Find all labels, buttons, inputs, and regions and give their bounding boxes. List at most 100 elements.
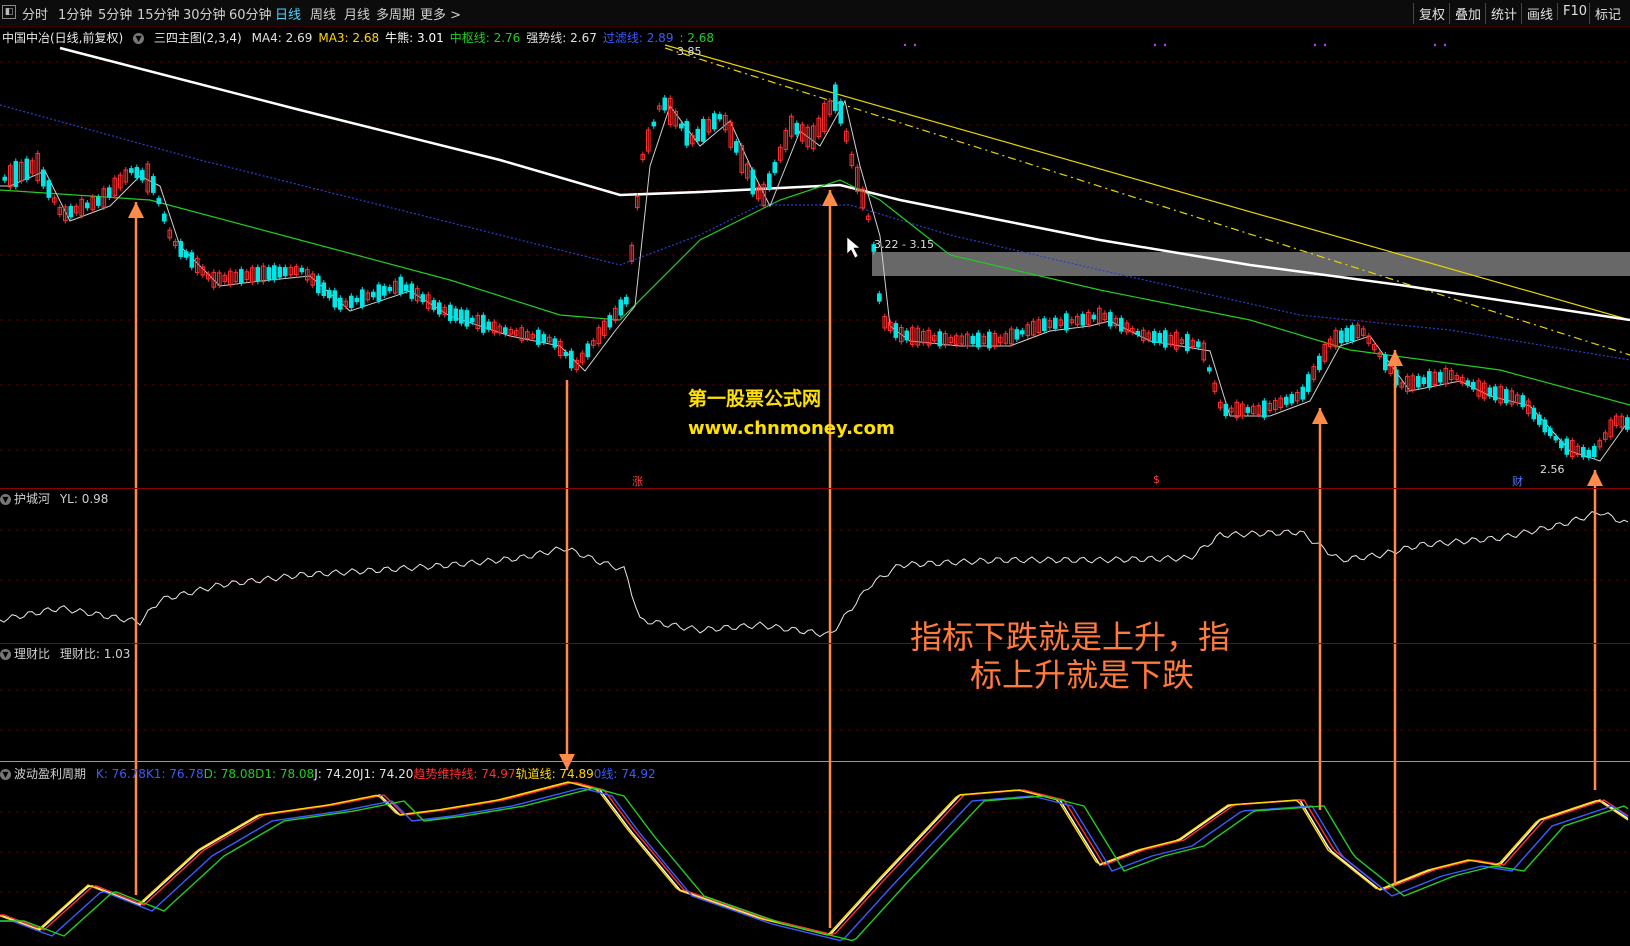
candle-body <box>332 290 338 308</box>
candle-body <box>767 173 772 190</box>
candle-body <box>1020 330 1025 335</box>
candle-body <box>563 351 569 357</box>
candle-body <box>354 297 360 303</box>
panel-title-moat: ▼ 护城河 YL: 0.98 <box>0 490 108 507</box>
panel-name-finance: 理财比 <box>14 647 51 661</box>
cycle-legend-item-3: D1: 78.08 <box>255 767 315 781</box>
candle-body <box>1559 440 1564 449</box>
candle-body <box>937 331 943 347</box>
candle-body <box>162 213 167 222</box>
candle-body <box>893 323 899 338</box>
price-low-label: 2.56 <box>1540 463 1565 476</box>
arrow-up-4-head <box>1387 350 1403 366</box>
signal-dot <box>1433 43 1437 47</box>
candle-body <box>976 332 981 348</box>
candle-body <box>41 169 46 187</box>
trend-line-dashed <box>664 47 1630 356</box>
candle-body <box>283 267 288 277</box>
candle-body <box>448 304 453 321</box>
candle-body <box>1163 330 1168 348</box>
candle-body <box>1542 419 1548 433</box>
panel-title-finance: ▼ 理财比 理财比: 1.03 <box>0 645 130 662</box>
candle-body <box>651 121 657 127</box>
candle-body <box>360 289 365 307</box>
cycle-legend-item-4: J: 74.20 <box>314 767 360 781</box>
event-marker-dollar[interactable]: $ <box>1153 473 1160 486</box>
candle-body <box>1493 386 1498 401</box>
candle-body <box>569 350 574 369</box>
candle-body <box>1053 317 1058 329</box>
candle-body <box>1416 375 1421 388</box>
signal-dot <box>913 43 917 47</box>
candle-body <box>470 317 475 323</box>
watermark-title: 第一股票公式网 <box>688 388 822 410</box>
panel-separator-3[interactable] <box>0 761 1630 762</box>
candle-body <box>299 267 305 273</box>
candle-body <box>701 118 706 142</box>
candle-body <box>904 330 910 341</box>
candle-body <box>1504 389 1509 404</box>
chevron-down-icon[interactable]: ▼ <box>0 649 11 660</box>
candle-body <box>712 113 717 130</box>
signal-dot <box>1153 43 1157 47</box>
moat-line <box>0 511 1629 638</box>
candle-body <box>1520 395 1526 408</box>
candle-body <box>85 202 90 209</box>
candle-body <box>266 267 272 280</box>
cycle-legend-item-0: K: 76.78 <box>95 767 146 781</box>
cycle-legend-item-1: K1: 76.78 <box>145 767 204 781</box>
candle-body <box>464 310 470 327</box>
candle-body <box>409 283 415 299</box>
candle-body <box>1196 341 1201 348</box>
candle-body <box>1471 381 1476 390</box>
candle-body <box>877 293 882 302</box>
candle-body <box>481 314 486 333</box>
candle-body <box>662 97 668 111</box>
candle-body <box>624 296 629 305</box>
candle-body <box>437 302 442 315</box>
candle-body <box>734 141 739 153</box>
signal-dot <box>1443 43 1447 47</box>
candle-body <box>833 84 838 111</box>
candle-body <box>618 299 624 316</box>
signal-dot <box>1323 43 1327 47</box>
stock-chart-canvas[interactable] <box>0 0 1630 946</box>
candle-body <box>1245 407 1251 413</box>
candle-body <box>459 309 464 324</box>
panel-separator-2[interactable] <box>0 643 1630 644</box>
oscillator-k-line <box>0 787 1629 942</box>
candle-body <box>750 169 756 195</box>
candle-body <box>1564 438 1570 455</box>
candle-body <box>387 286 393 292</box>
candle-body <box>1223 403 1229 417</box>
candle-body <box>371 291 376 298</box>
candle-body <box>349 295 354 308</box>
candle-body <box>134 167 140 178</box>
candle-body <box>1592 446 1597 457</box>
panel-separator-1[interactable] <box>0 488 1630 489</box>
chevron-down-icon[interactable]: ▼ <box>0 769 11 780</box>
candle-body <box>1284 396 1289 405</box>
candle-body <box>684 121 690 146</box>
event-marker-cai[interactable]: 财 <box>1512 473 1523 489</box>
candle-body <box>1091 314 1097 320</box>
candle-body <box>1581 446 1586 458</box>
panel-value-finance: 理财比: 1.03 <box>59 647 131 661</box>
candle-body <box>107 187 112 198</box>
candle-body <box>970 335 976 345</box>
candle-body <box>1080 313 1086 326</box>
candle-body <box>316 275 321 294</box>
candle-body <box>178 241 184 257</box>
chevron-down-icon[interactable]: ▼ <box>0 494 11 505</box>
candle-body <box>1537 414 1542 425</box>
candle-body <box>184 251 189 258</box>
candle-body <box>1185 334 1190 352</box>
cycle-legend-item-8: 0线: 74.92 <box>593 767 656 781</box>
arrow-up-5-head <box>1587 470 1603 486</box>
candle-body <box>1207 367 1212 372</box>
candle-body <box>987 331 992 349</box>
candle-body <box>151 176 156 193</box>
event-marker-zhang[interactable]: 涨 <box>632 473 643 489</box>
candle-body <box>1553 436 1559 441</box>
panel-value-moat: YL: 0.98 <box>59 492 109 506</box>
